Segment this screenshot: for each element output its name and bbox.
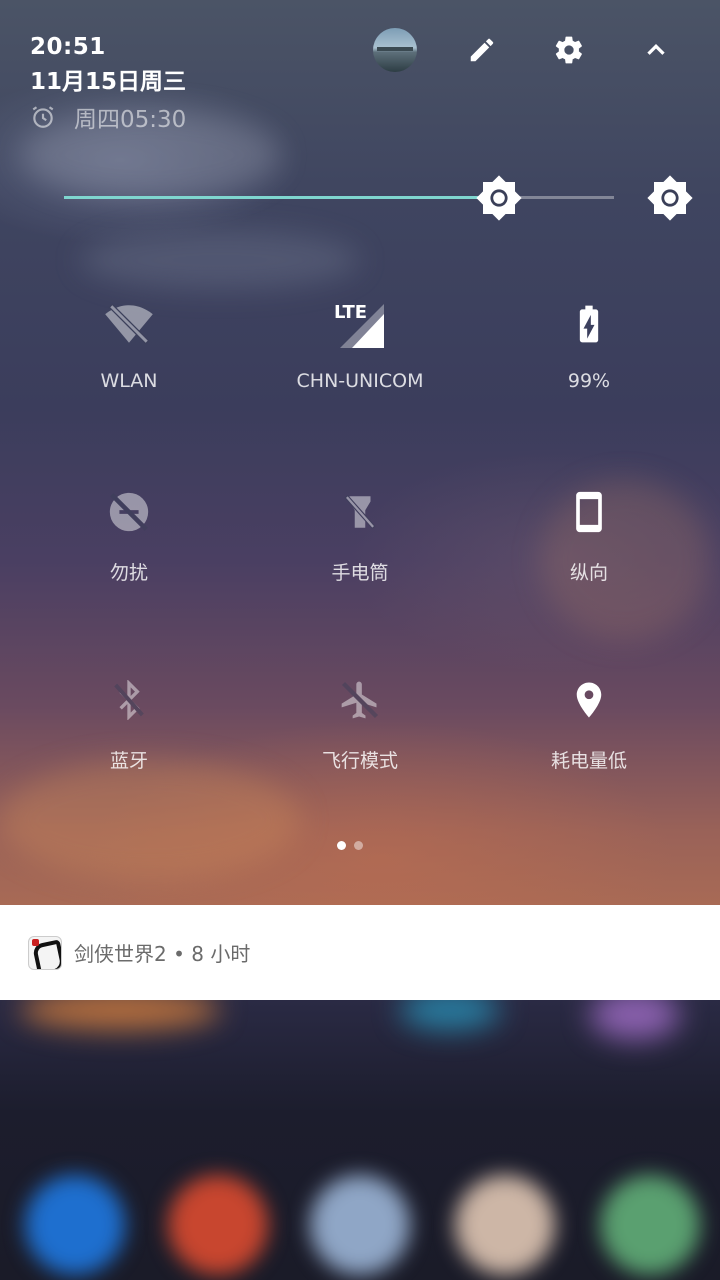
tile-airplane-mode[interactable]: 飞行模式 (250, 672, 470, 773)
tile-battery[interactable]: 99% (479, 296, 699, 392)
tile-bluetooth[interactable]: 蓝牙 (19, 672, 239, 773)
notification-text: 剑侠世界2 • 8 小时 (74, 942, 251, 966)
clock-time[interactable]: 20:51 (30, 34, 106, 60)
alarm-clock-icon (32, 106, 54, 128)
tile-rotation[interactable]: 纵向 (479, 484, 699, 585)
airplane-icon (341, 681, 379, 719)
lte-signal-icon: LTE (334, 302, 384, 348)
app-icon (28, 935, 62, 970)
tile-label: 手电筒 (331, 562, 389, 584)
wifi-off-icon (105, 303, 153, 345)
page-dot-active (337, 841, 346, 850)
brightness-slider[interactable] (64, 175, 614, 221)
tile-mobile-data[interactable]: LTE CHN-UNICOM (250, 296, 470, 392)
brightness-fill (64, 196, 499, 199)
tile-label: 99% (567, 370, 611, 392)
tile-label: 勿扰 (109, 562, 148, 584)
chevron-up-icon (647, 43, 665, 55)
alarm-time: 周四05:30 (74, 107, 187, 133)
auto-brightness-toggle[interactable] (646, 174, 694, 222)
battery-charging-icon (579, 305, 599, 343)
tile-do-not-disturb[interactable]: 勿扰 (19, 484, 239, 585)
collapse-button[interactable] (634, 28, 678, 72)
user-avatar[interactable] (373, 28, 417, 72)
page-dot (354, 841, 363, 850)
do-not-disturb-icon (109, 492, 149, 532)
gear-icon (555, 36, 582, 64)
tile-label: 飞行模式 (321, 750, 398, 772)
portrait-rotation-icon (576, 491, 602, 533)
page-indicator (337, 841, 363, 850)
settings-button[interactable] (547, 28, 591, 72)
pencil-icon (470, 38, 494, 62)
tile-label: 蓝牙 (109, 750, 148, 772)
tile-location[interactable]: 耗电量低 (479, 672, 699, 773)
flashlight-off-icon (344, 494, 376, 530)
brightness-thumb[interactable] (475, 174, 523, 222)
tile-label: 纵向 (569, 562, 608, 584)
date-label[interactable]: 11月15日周三 (30, 62, 186, 96)
bluetooth-off-icon (114, 680, 144, 720)
next-alarm[interactable]: 周四05:30 (30, 100, 186, 134)
tile-flashlight[interactable]: 手电筒 (250, 484, 470, 585)
brightness-sun-icon (475, 175, 522, 221)
home-screen-backdrop (0, 990, 720, 1280)
location-icon (576, 682, 602, 718)
notification-card[interactable]: 剑侠世界2 • 8 小时 (0, 905, 720, 1000)
tile-wlan[interactable]: WLAN (19, 296, 239, 392)
tile-label: CHN-UNICOM (296, 370, 424, 392)
svg-text:LTE: LTE (334, 302, 367, 323)
edit-button[interactable] (460, 28, 504, 72)
brightness-auto-icon (647, 175, 693, 221)
tile-label: WLAN (100, 370, 158, 392)
tile-label: 耗电量低 (550, 750, 627, 772)
